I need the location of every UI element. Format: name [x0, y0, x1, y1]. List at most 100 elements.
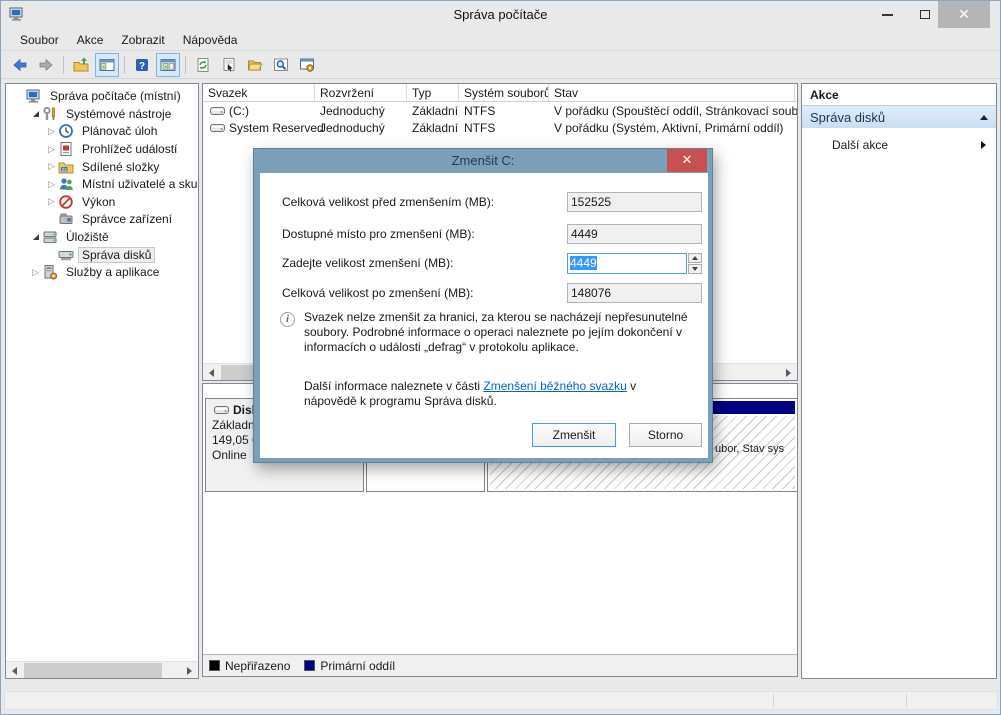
tree-item[interactable]: ▷Výkon: [9, 193, 198, 211]
volume-status: V pořádku (Systém, Aktivní, Primární odd…: [549, 121, 795, 135]
scrollbar-thumb[interactable]: [24, 663, 162, 678]
close-button[interactable]: ✕: [938, 1, 990, 28]
show-console-tree-icon: [99, 57, 115, 73]
system-tools-icon: [42, 106, 58, 122]
find-button[interactable]: [269, 53, 293, 77]
legend-swatch: [304, 660, 315, 671]
shrink-button[interactable]: Zmenšit: [532, 423, 616, 447]
scroll-right-icon[interactable]: [780, 364, 797, 381]
expand-icon[interactable]: ▷: [45, 178, 58, 190]
tree-item[interactable]: ▷Služby a aplikace: [9, 263, 198, 281]
cancel-button[interactable]: Storno: [629, 423, 702, 447]
shrink-help-link[interactable]: Zmenšení běžného svazku: [483, 379, 626, 393]
show-action-pane-button[interactable]: [156, 53, 180, 77]
shared-folders-icon: 22: [58, 159, 74, 175]
actions-group-disk-management[interactable]: Správa disků: [802, 106, 996, 129]
properties-button[interactable]: [217, 53, 241, 77]
collapse-icon[interactable]: [29, 108, 42, 120]
expander-placeholder: [45, 213, 58, 225]
task-scheduler-icon: [58, 123, 74, 139]
actions-panel: Akce Správa disků Další akce: [801, 83, 997, 679]
menu-file[interactable]: Soubor: [11, 30, 68, 50]
tree-item-label: Systémové nástroje: [62, 106, 175, 122]
expand-icon[interactable]: ▷: [45, 161, 58, 173]
tree-horizontal-scrollbar[interactable]: [6, 661, 198, 678]
console-tree: Správa počítače (místní)Systémové nástro…: [6, 84, 198, 281]
volume-type: Základní: [407, 121, 459, 135]
refresh-button[interactable]: [191, 53, 215, 77]
maximize-button[interactable]: [908, 1, 942, 28]
toolbar-separator: [124, 56, 125, 74]
collapse-icon[interactable]: [980, 115, 988, 120]
forward-icon: [38, 57, 54, 73]
shrink-amount-input[interactable]: 4449: [567, 253, 687, 274]
tree-item[interactable]: Systémové nástroje: [9, 105, 198, 123]
refresh-icon: [195, 57, 211, 73]
status-bar: [4, 691, 998, 710]
scroll-right-icon[interactable]: [181, 662, 198, 679]
forward-button[interactable]: [34, 53, 58, 77]
tree-item[interactable]: Úložiště: [9, 228, 198, 246]
show-console-tree-button[interactable]: [95, 53, 119, 77]
menu-bar: SouborAkceZobrazitNápověda: [1, 29, 1000, 51]
collapse-icon[interactable]: [29, 231, 42, 243]
submenu-arrow-icon: [981, 141, 986, 149]
more-actions-label: Další akce: [832, 138, 888, 152]
tree-item[interactable]: ▷Místní uživatelé a skupiny: [9, 175, 198, 193]
tree-item[interactable]: Správa disků: [9, 245, 198, 263]
shrink-volume-dialog: Zmenšit C: ✕ Celková velikost před zmenš…: [253, 148, 713, 463]
dialog-field-row: Zadejte velikost zmenšení (MB):4449: [260, 253, 708, 273]
tree-item[interactable]: ▷22Sdílené složky: [9, 157, 198, 175]
tree-item-label: Prohlížeč událostí: [78, 141, 181, 157]
dialog-help-text: Další informace naleznete v části Zmenše…: [304, 379, 689, 409]
spin-up-button[interactable]: [688, 253, 702, 263]
expand-icon[interactable]: ▷: [45, 143, 58, 155]
device-manager-icon: [58, 211, 74, 227]
volume-type: Základní: [407, 104, 459, 118]
menu-action[interactable]: Akce: [68, 30, 113, 50]
volume-row[interactable]: (C:)JednoduchýZákladníNTFSV pořádku (Spo…: [203, 102, 797, 119]
legend-label: Nepřiřazeno: [225, 659, 290, 673]
status-separator: [773, 694, 774, 707]
up-one-level-button[interactable]: [69, 53, 93, 77]
volume-row[interactable]: System ReservedJednoduchýZákladníNTFSV p…: [203, 119, 797, 136]
menu-view[interactable]: Zobrazit: [112, 30, 173, 50]
scroll-left-icon[interactable]: [6, 662, 23, 679]
dialog-close-button[interactable]: ✕: [667, 149, 707, 172]
title-bar: Správa počítače ✕: [1, 1, 1000, 29]
customize-button[interactable]: [295, 53, 319, 77]
menu-help[interactable]: Nápověda: [174, 30, 247, 50]
column-header-2[interactable]: Rozvržení: [315, 84, 407, 101]
column-header-1[interactable]: Svazek: [203, 84, 315, 101]
expander-placeholder: [45, 249, 58, 261]
expand-icon[interactable]: ▷: [45, 196, 58, 208]
info-icon: i: [280, 312, 295, 327]
legend-item: Primární oddíl: [304, 659, 395, 673]
more-actions-item[interactable]: Další akce: [802, 135, 996, 155]
spin-down-button[interactable]: [688, 264, 702, 274]
back-button[interactable]: [8, 53, 32, 77]
volume-name: (C:): [203, 104, 315, 118]
computer-management-window: Správa počítače ✕ SouborAkceZobrazitNápo…: [0, 0, 1001, 715]
tree-item-label: Správa disků: [78, 247, 155, 263]
toolbar: ?: [1, 51, 1000, 79]
expand-icon[interactable]: ▷: [29, 266, 42, 278]
actions-header: Akce: [802, 84, 996, 106]
back-icon: [12, 57, 28, 73]
column-header-5[interactable]: Stav: [549, 84, 795, 101]
help-button[interactable]: ?: [130, 53, 154, 77]
storage-icon: [42, 229, 58, 245]
expand-icon[interactable]: ▷: [45, 125, 58, 137]
tree-item[interactable]: Správa počítače (místní): [9, 87, 198, 105]
minimize-button[interactable]: [870, 1, 904, 28]
scroll-left-icon[interactable]: [203, 364, 220, 381]
tree-item[interactable]: ▷Plánovač úloh: [9, 122, 198, 140]
tree-item[interactable]: Správce zařízení: [9, 210, 198, 228]
open-button[interactable]: [243, 53, 267, 77]
column-header-3[interactable]: Typ: [407, 84, 459, 101]
dialog-field-row: Celková velikost po zmenšení (MB):148076: [260, 283, 708, 303]
column-header-4[interactable]: Systém souborů: [459, 84, 549, 101]
users-icon: [58, 176, 74, 192]
tree-item-label: Úložiště: [62, 229, 113, 245]
tree-item[interactable]: ▷ Prohlížeč událostí: [9, 140, 198, 158]
